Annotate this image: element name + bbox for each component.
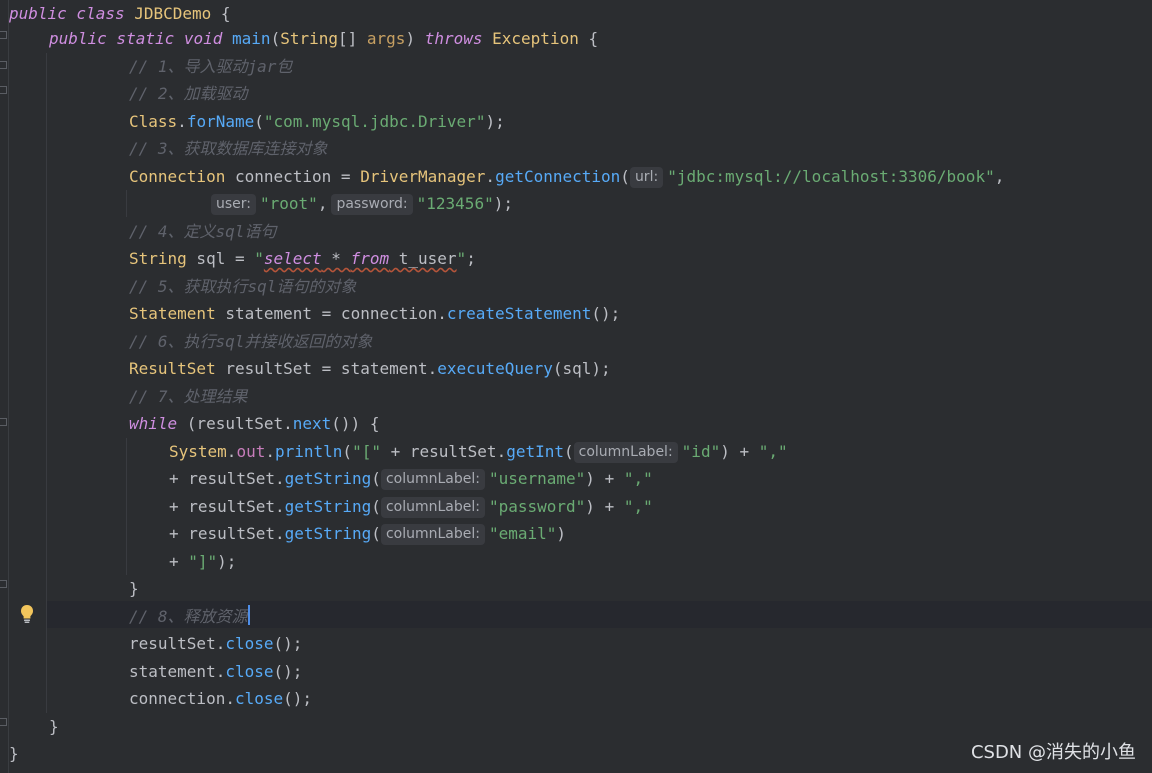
code-line-1: public class JDBCDemo { [9,4,231,23]
code-line-10: String sql = "select * from t_user"; [129,249,476,268]
fold-marker-icon[interactable] [0,31,7,39]
comment-line-7: // 7、处理结果 [129,387,248,406]
watermark: CSDN @消失的小鱼 [970,742,1136,763]
code-line-25: statement.close(); [129,662,303,681]
comment-line-8: // 8、释放资源 [129,607,248,626]
comment-line-5: // 5、获取执行sql语句的对象 [129,277,357,296]
code-line-14: ResultSet resultSet = statement.executeQ… [129,359,611,378]
code-line-18: + resultSet.getString(columnLabel: "usern… [169,469,653,490]
code-line-20: + resultSet.getString(columnLabel: "email… [169,524,567,545]
code-line-12: Statement statement = connection.createS… [129,304,621,323]
code-line-7: Connection connection = DriverManager.ge… [129,167,1005,188]
code-line-22: } [129,579,139,598]
fold-marker-icon[interactable] [0,580,7,588]
code-line-17: System.out.println("[" + resultSet.getIn… [169,442,788,463]
code-line-16: while (resultSet.next()) { [129,414,380,433]
param-hint-password: password: [331,194,413,215]
code-editor[interactable]: public class JDBCDemo { public static vo… [0,0,1152,773]
indent-guide [46,53,47,713]
comment-line-3: // 3、获取数据库连接对象 [129,139,328,158]
param-hint-column-label: columnLabel: [380,524,485,545]
indent-guide [126,190,127,217]
code-line-2: public static void main(String[] args) t… [49,29,599,48]
text-caret [248,605,250,625]
comment-line-2: // 2、加载驱动 [129,84,248,103]
comment-line-1: // 1、导入驱动jar包 [129,57,293,76]
code-line-26: connection.close(); [129,689,313,708]
comment-line-6: // 6、执行sql并接收返回的对象 [129,332,373,351]
fold-marker-icon[interactable] [0,86,7,94]
editor-gutter [0,0,9,773]
param-hint-url: url: [629,167,664,188]
fold-marker-icon[interactable] [0,418,7,426]
param-hint-column-label: columnLabel: [380,469,485,490]
indent-guide [126,438,127,575]
code-line-5: Class.forName("com.mysql.jdbc.Driver"); [129,112,505,131]
code-line-8: user: "root", password: "123456"); [211,190,513,217]
param-hint-user: user: [211,194,257,215]
code-line-21: + "]"); [169,552,237,571]
code-line-28: } [9,744,19,763]
code-line-27: } [49,717,59,736]
param-hint-column-label: columnLabel: [573,442,678,463]
param-hint-column-label: columnLabel: [380,497,485,518]
comment-line-4: // 4、定义sql语句 [129,222,277,241]
fold-marker-icon[interactable] [0,61,7,69]
code-line-24: resultSet.close(); [129,634,303,653]
code-line-19: + resultSet.getString(columnLabel: "passw… [169,497,653,518]
fold-marker-icon[interactable] [0,718,7,726]
lightbulb-icon[interactable] [19,604,35,624]
